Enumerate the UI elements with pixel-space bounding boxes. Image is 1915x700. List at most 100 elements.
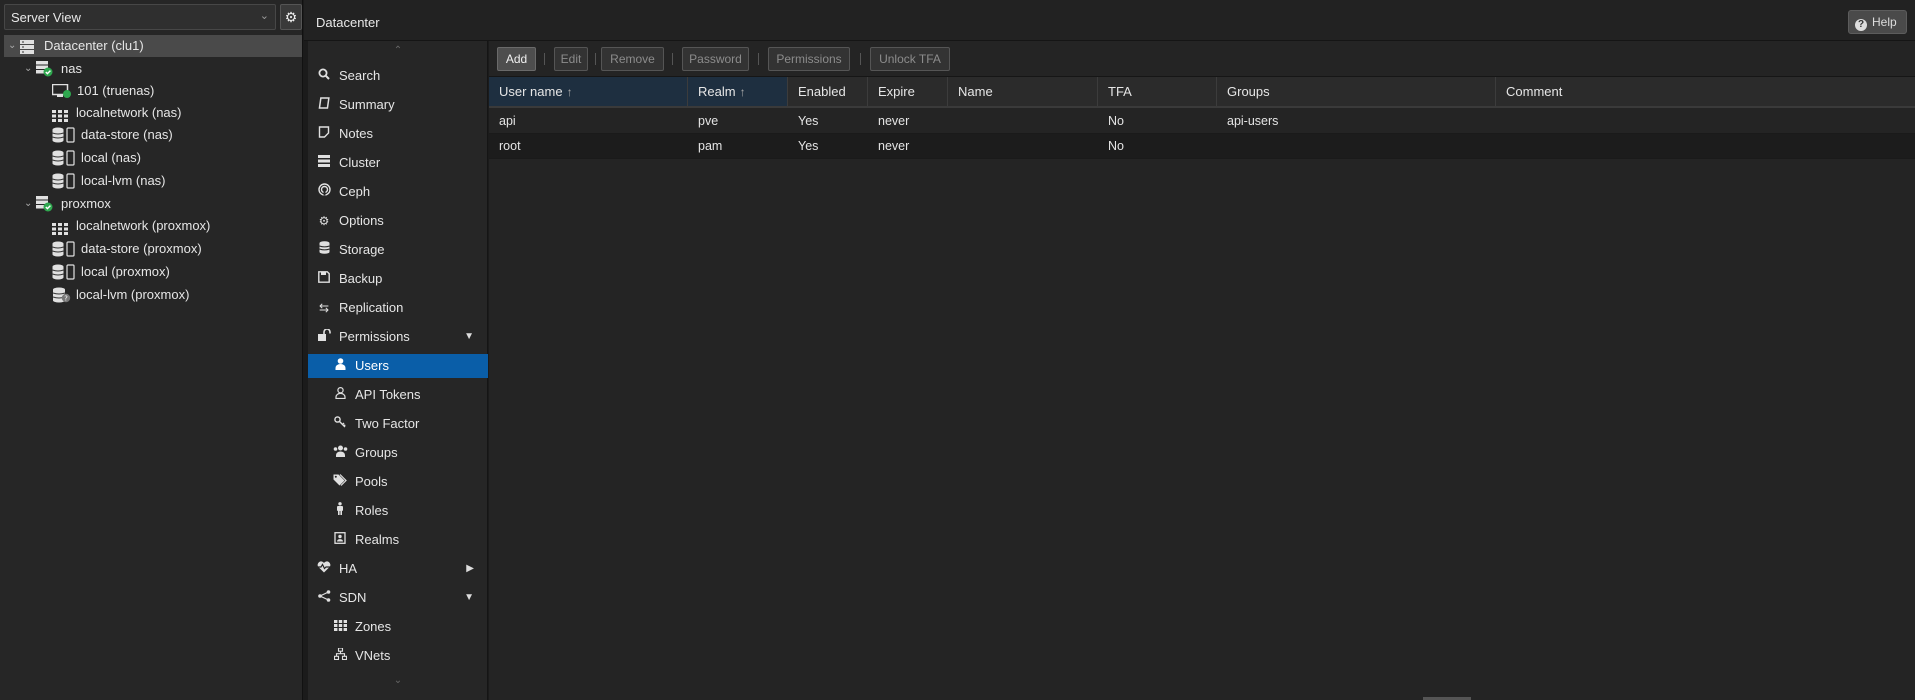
chevron-down-icon: ⌄ [259,10,269,22]
nav-item-users[interactable]: Users [308,354,488,378]
cell-tfa: No [1108,114,1124,128]
nav-item-roles[interactable]: Roles [308,499,488,523]
scroll-up-icon[interactable]: ⌃ [308,45,488,56]
tree-item-storage-local-proxmox[interactable]: local (proxmox) [4,261,302,283]
nav-item-pools[interactable]: Pools [308,470,488,494]
nav-item-ha[interactable]: HA ▶ [308,557,488,581]
toolbar-separator [758,53,759,65]
nav-item-backup[interactable]: Backup [308,267,488,291]
nav-item-label: Realms [355,532,400,547]
view-select[interactable]: Server View ⌄ [4,4,276,30]
tree-item-vm-101[interactable]: 101 (truenas) [4,80,302,102]
tree-item-sdn-localnetwork-nas[interactable]: localnetwork (nas) [4,102,302,124]
unlock-tfa-button[interactable]: Unlock TFA [870,47,950,71]
chevron-down-icon[interactable]: ⌄ [24,58,32,80]
nav-item-label: Permissions [339,329,410,344]
tree-item-label: 101 (truenas) [77,83,155,98]
view-selector-bar: Server View ⌄ ⚙ [4,4,302,30]
tree-item-node-proxmox[interactable]: ⌄ proxmox [4,193,302,215]
column-header-label: Expire [878,84,915,99]
column-header-enabled[interactable]: Enabled [788,77,868,106]
cell-expire: never [878,139,910,153]
caret-down-icon[interactable]: ▼ [464,586,474,610]
column-header-realm[interactable]: Realm ↑ [688,77,788,106]
scroll-down-icon[interactable]: ⌄ [308,675,488,686]
caret-down-icon[interactable]: ▼ [464,325,474,349]
tree-item-label: local (proxmox) [81,264,170,279]
cell-realm: pam [698,139,723,153]
nav-item-notes[interactable]: Notes [308,122,488,146]
column-header-label: Groups [1227,84,1270,99]
tree-item-storage-data-store-proxmox[interactable]: data-store (proxmox) [4,238,302,260]
nav-item-label: Users [355,358,389,373]
nav-item-two-factor[interactable]: Two Factor [308,412,488,436]
tree-item-storage-data-store-nas[interactable]: data-store (nas) [4,124,302,146]
nav-item-options[interactable]: ⚙ Options [308,209,488,233]
caret-right-icon[interactable]: ▶ [466,557,474,581]
key-icon [332,412,348,436]
column-header-comment[interactable]: Comment [1496,77,1915,106]
nav-item-label: SDN [339,590,367,605]
nav-item-storage[interactable]: Storage [308,238,488,262]
users-icon [332,441,348,465]
column-header-tfa[interactable]: TFA [1098,77,1217,106]
table-row[interactable]: api pve Yes never No api-users [489,109,1915,134]
retweet-icon: ⇆ [318,301,330,315]
nav-item-label: HA [339,561,358,576]
tree-item-label: local (nas) [81,150,141,165]
tree-item-node-nas[interactable]: ⌄ nas [4,58,302,80]
nav-item-ceph[interactable]: Ceph [308,180,488,204]
user-icon [332,354,348,378]
permissions-button[interactable]: Permissions [768,47,850,71]
chevron-down-icon[interactable]: ⌄ [8,35,16,57]
help-button[interactable]: ? Help [1848,10,1907,34]
chevron-down-icon[interactable]: ⌄ [24,193,32,215]
remove-button[interactable]: Remove [601,47,664,71]
column-header-groups[interactable]: Groups [1217,77,1496,106]
column-header-name[interactable]: Name [948,77,1098,106]
nav-item-label: Two Factor [355,416,420,431]
nav-item-vnets[interactable]: VNets [308,644,488,668]
server-icon [316,151,332,175]
tree-item-label: localnetwork (nas) [76,105,182,120]
column-header-expire[interactable]: Expire [868,77,948,106]
cell-user-name: root [499,139,521,153]
nav-item-cluster[interactable]: Cluster [308,151,488,175]
tree-item-label: localnetwork (proxmox) [76,218,211,233]
sdn-icon [316,586,332,610]
nav-item-label: Storage [339,242,385,257]
nav-item-replication[interactable]: ⇆ Replication [308,296,488,320]
tree-item-datacenter[interactable]: ⌄ Datacenter (clu1) [4,35,302,57]
tree-item-storage-local-lvm-proxmox[interactable]: ? local-lvm (proxmox) [4,284,302,306]
nav-item-zones[interactable]: Zones [308,615,488,639]
nav-item-label: Pools [355,474,388,489]
column-header-user-name[interactable]: User name ↑ [489,77,688,106]
tree-item-storage-local-nas[interactable]: local (nas) [4,147,302,169]
edit-button[interactable]: Edit [554,47,588,71]
tree-item-sdn-localnetwork-proxmox[interactable]: localnetwork (proxmox) [4,215,302,237]
content-header: Datacenter ? Help [304,0,1915,41]
nav-item-permissions[interactable]: Permissions ▼ [308,325,488,349]
question-icon: ? [1855,19,1867,31]
tree-item-label: nas [61,61,82,76]
password-button[interactable]: Password [682,47,749,71]
gear-icon[interactable]: ⚙ [280,4,302,30]
sort-ascending-icon: ↑ [566,85,573,99]
add-button[interactable]: Add [497,47,536,71]
nav-item-search[interactable]: Search [308,64,488,88]
nav-item-summary[interactable]: Summary [308,93,488,117]
nav-item-realms[interactable]: Realms [308,528,488,552]
table-row[interactable]: root pam Yes never No [489,134,1915,159]
tree-item-storage-local-lvm-nas[interactable]: local-lvm (nas) [4,170,302,192]
unlock-icon [316,325,332,349]
nav-item-sdn[interactable]: SDN ▼ [308,586,488,610]
ceph-icon [316,180,332,204]
toolbar-separator [860,53,861,65]
storage-unknown-icon: ? [52,287,72,310]
nav-item-label: API Tokens [355,387,421,402]
nav-item-groups[interactable]: Groups [308,441,488,465]
toolbar-separator [544,53,545,65]
network-icon [332,644,348,668]
cell-groups: api-users [1227,114,1279,128]
nav-item-api-tokens[interactable]: API Tokens [308,383,488,407]
